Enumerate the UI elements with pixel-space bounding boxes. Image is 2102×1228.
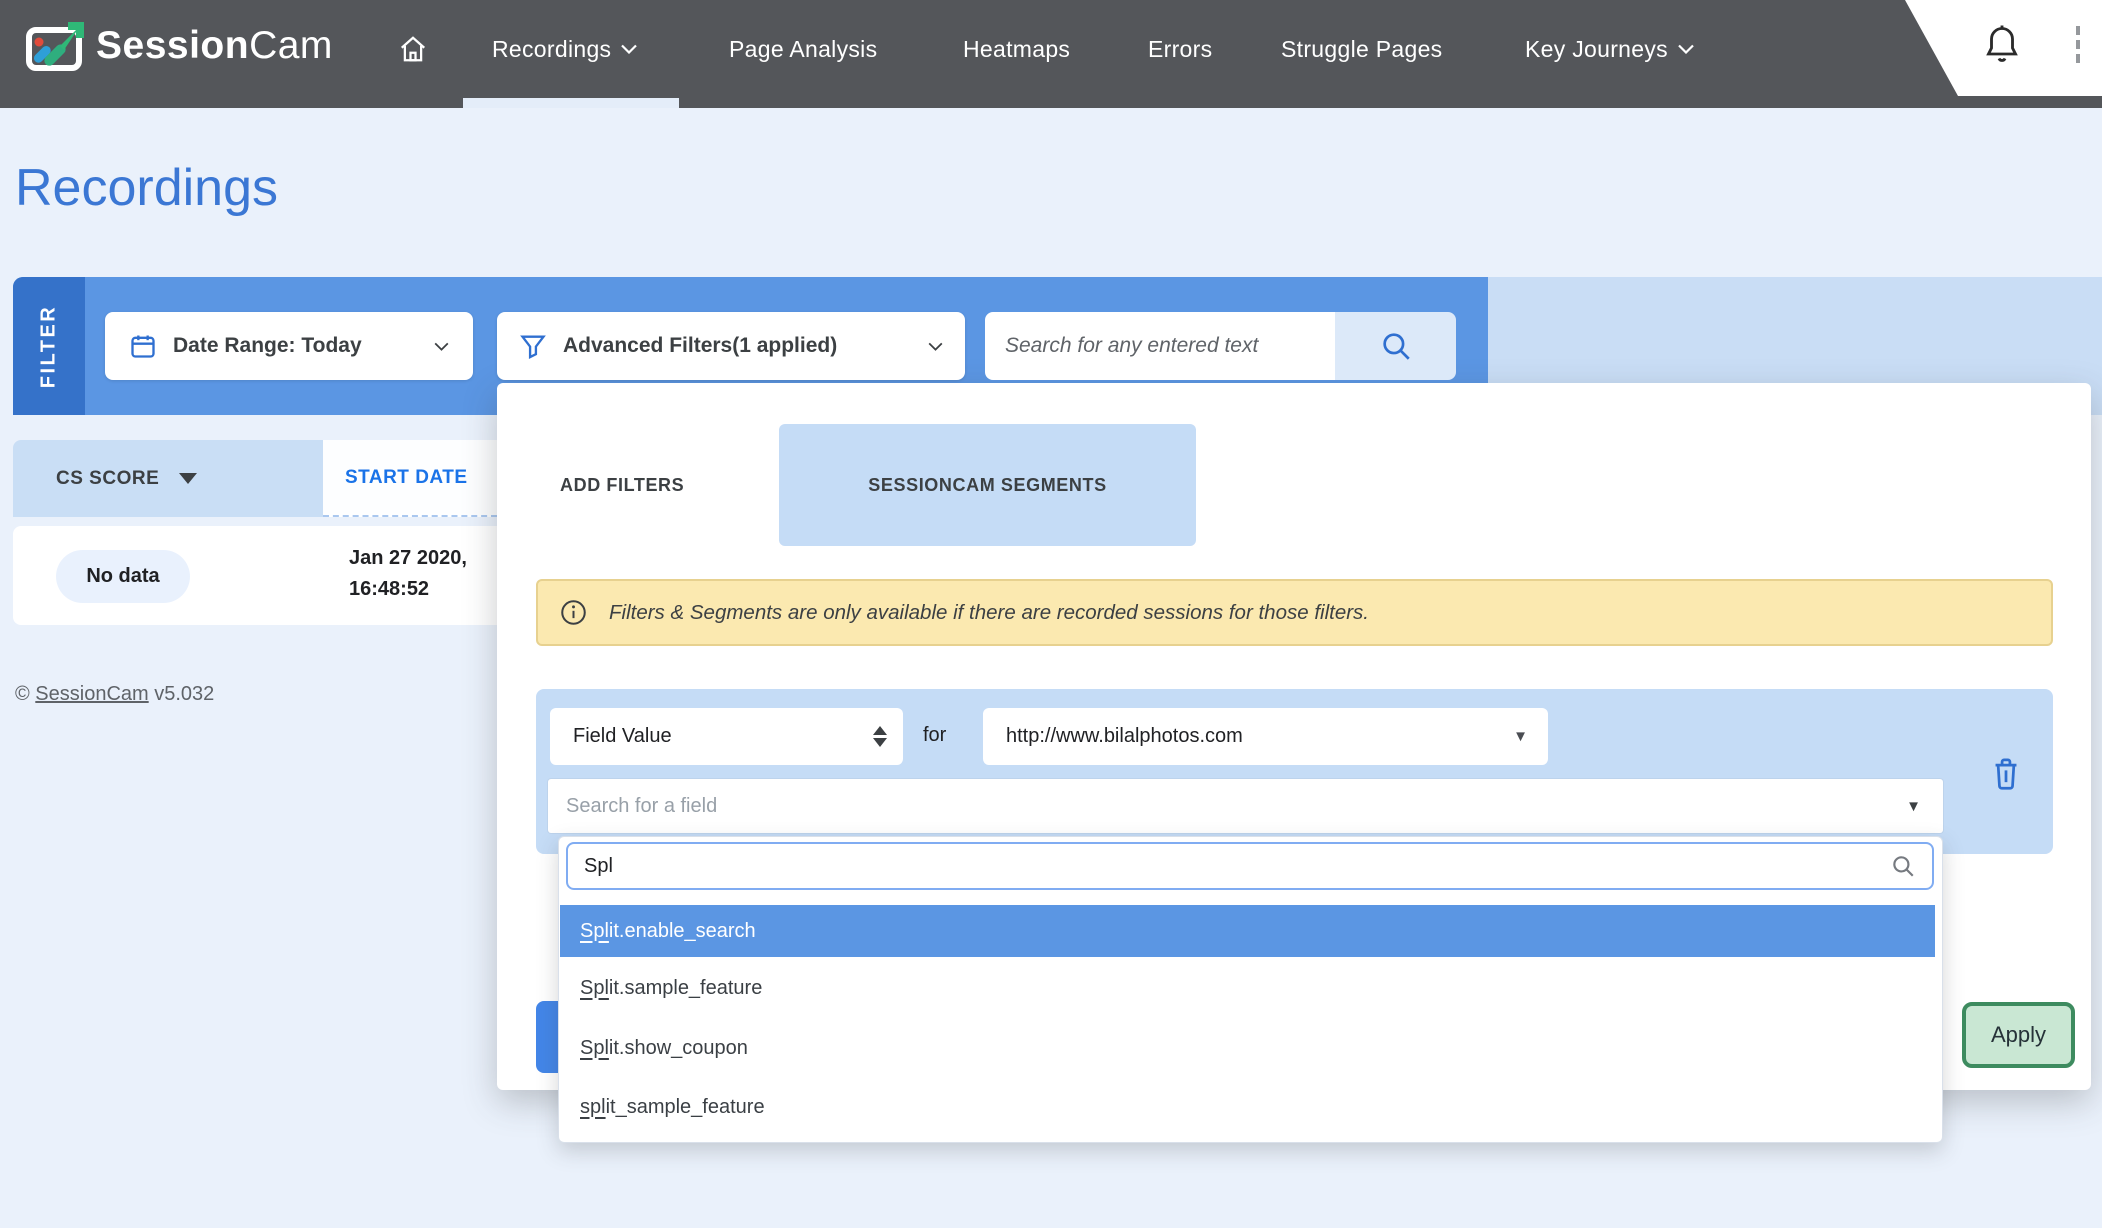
sessioncam-logo-icon	[26, 20, 86, 72]
tab-add-filters[interactable]: ADD FILTERS	[560, 450, 726, 520]
search-icon	[1890, 853, 1932, 879]
site-select[interactable]: http://www.bilalphotos.com ▼	[983, 708, 1548, 765]
delete-filter-button[interactable]	[1990, 756, 2022, 790]
nav-item-recordings[interactable]: Recordings	[492, 0, 637, 98]
nav-item-errors[interactable]: Errors	[1148, 0, 1212, 98]
filter-type-value: Field Value	[573, 725, 672, 748]
segments-notice-banner: Filters & Segments are only available if…	[536, 579, 2053, 646]
info-icon	[560, 599, 587, 626]
notifications-bell-icon[interactable]	[1984, 24, 2020, 66]
start-date-cell: Jan 27 2020, 16:48:52	[349, 543, 509, 605]
chevron-down-icon	[928, 342, 943, 351]
nav-more-handle-icon[interactable]	[2076, 26, 2080, 68]
apply-button[interactable]: Apply	[1962, 1002, 2075, 1068]
advanced-filters-button[interactable]: Advanced Filters(1 applied)	[497, 312, 965, 380]
sessioncam-logo[interactable]: SessionCam	[26, 20, 333, 72]
nav-item-page-analysis[interactable]: Page Analysis	[729, 0, 877, 98]
search-icon	[1379, 329, 1413, 363]
funnel-icon	[519, 332, 547, 360]
nav-item-key-journeys[interactable]: Key Journeys	[1525, 0, 1694, 98]
field-search-box	[566, 842, 1934, 890]
field-option-1[interactable]: Split.enable_search	[560, 905, 1935, 957]
recordings-page: SessionCam Recordings Page Analysis Heat…	[0, 0, 2102, 1228]
calendar-icon	[129, 332, 157, 360]
dropdown-arrow-icon: ▼	[1906, 798, 1921, 815]
nav-item-heatmaps[interactable]: Heatmaps	[963, 0, 1070, 98]
nav-item-struggle-pages[interactable]: Struggle Pages	[1281, 0, 1442, 98]
tab-sessioncam-segments[interactable]: SESSIONCAM SEGMENTS	[779, 424, 1196, 546]
search-button[interactable]	[1335, 312, 1456, 380]
sessioncam-logo-text: SessionCam	[96, 24, 333, 68]
column-header-start-date[interactable]: START DATE	[323, 440, 497, 517]
search-input[interactable]	[985, 312, 1335, 380]
column-header-cs-score[interactable]: CS SCORE	[13, 440, 323, 517]
advanced-filters-label: Advanced Filters(1 applied)	[563, 334, 837, 358]
cs-score-badge: No data	[56, 550, 190, 603]
top-nav-bar: SessionCam Recordings Page Analysis Heat…	[0, 0, 2102, 108]
site-select-value: http://www.bilalphotos.com	[1006, 725, 1243, 748]
trash-icon	[1990, 756, 2022, 790]
filter-type-select[interactable]: Field Value	[550, 708, 903, 765]
field-combobox[interactable]: Search for a field ▼	[548, 779, 1943, 833]
field-combobox-placeholder: Search for a field	[566, 795, 717, 818]
home-icon[interactable]	[398, 0, 428, 98]
field-option-3[interactable]: Split.show_coupon	[560, 1022, 1935, 1074]
filter-tab-label: FILTER	[38, 304, 61, 388]
chevron-down-icon	[434, 342, 449, 351]
for-label: for	[923, 724, 946, 747]
field-search-input[interactable]	[568, 855, 1890, 878]
text-search-group	[985, 312, 1456, 380]
field-option-2[interactable]: Split.sample_feature	[560, 962, 1935, 1014]
unfold-arrows-icon	[873, 726, 887, 747]
sessioncam-link[interactable]: SessionCam	[35, 683, 148, 705]
field-option-4[interactable]: split_sample_feature	[560, 1081, 1935, 1133]
page-title: Recordings	[15, 158, 278, 218]
nav-active-indicator	[463, 98, 679, 108]
chevron-down-icon	[1678, 44, 1694, 54]
sort-descending-icon	[179, 473, 197, 484]
nav-item-recordings-label: Recordings	[492, 36, 611, 63]
footer-copyright: © SessionCam v5.032	[15, 683, 214, 706]
chevron-down-icon	[621, 44, 637, 54]
date-range-label: Date Range: Today	[173, 334, 362, 358]
date-range-button[interactable]: Date Range: Today	[105, 312, 473, 380]
dropdown-arrow-icon: ▼	[1513, 728, 1528, 745]
filter-tab[interactable]: FILTER	[13, 277, 85, 415]
